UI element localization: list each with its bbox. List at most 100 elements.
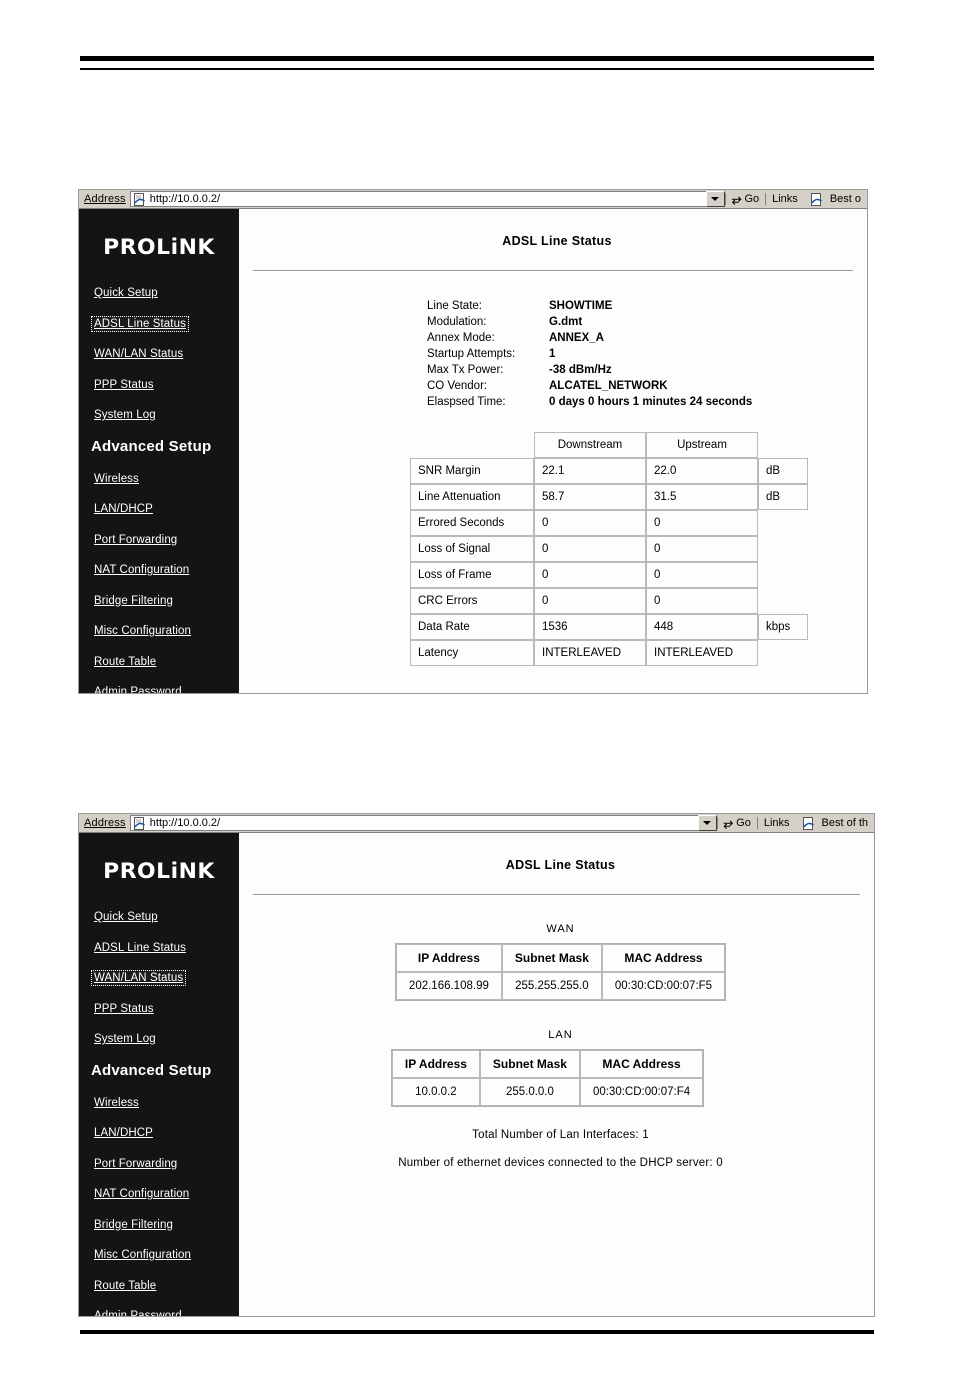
lan-header-ip-address: IP Address — [391, 1050, 480, 1078]
sidebar-item-adsl-line-status[interactable]: ADSL Line Status — [91, 940, 189, 956]
table-row: 10.0.0.2 255.0.0.0 00:30:CD:00:07:F4 — [391, 1078, 704, 1106]
go-button[interactable]: ⥂ Go — [726, 190, 765, 208]
best-of-link[interactable]: Best o — [804, 190, 867, 208]
address-input-2[interactable]: http://10.0.0.2/ — [129, 815, 698, 831]
row-unit-empty — [758, 510, 808, 536]
ie-favorite-icon — [810, 192, 823, 206]
sidebar-item-port-forwarding[interactable]: Port Forwarding — [91, 1156, 180, 1172]
row-unit-empty — [758, 640, 808, 666]
sidebar-item-admin-password[interactable]: Admin Password — [91, 684, 185, 693]
sidebar-item-misc-configuration[interactable]: Misc Configuration — [91, 623, 194, 639]
lan-table: IP Address Subnet Mask MAC Address 10.0.… — [390, 1049, 705, 1107]
sidebar: PROLiNK Quick Setup ADSL Line Status WAN… — [79, 209, 247, 693]
lan-value-ip-address: 10.0.0.2 — [391, 1078, 480, 1106]
page-top-rule-thick — [80, 56, 874, 61]
summary-key: Annex Mode: — [427, 332, 495, 344]
table-row: Data Rate 1536 448 kbps — [410, 614, 808, 640]
browser-address-bar-2: Address http://10.0.0.2/ ⥂ Go Links Best… — [79, 814, 874, 833]
row-upstream: 0 — [646, 562, 758, 588]
row-label: Latency — [410, 640, 534, 666]
sidebar-item-adsl-line-status[interactable]: ADSL Line Status — [91, 315, 189, 332]
sidebar-item-ppp-status[interactable]: PPP Status — [91, 377, 157, 393]
sidebar-item-ppp-status[interactable]: PPP Status — [91, 1001, 157, 1017]
sidebar-item-system-log[interactable]: System Log — [91, 407, 159, 423]
row-upstream: 22.0 — [646, 458, 758, 484]
prolink-logo: PROLiNK — [103, 235, 215, 259]
row-downstream: 58.7 — [534, 484, 646, 510]
summary-value: 1 — [549, 348, 556, 360]
address-url-text: http://10.0.0.2/ — [149, 193, 221, 205]
sidebar-item-wireless[interactable]: Wireless — [91, 471, 142, 487]
wan-header-ip-address: IP Address — [395, 944, 502, 972]
go-button-2[interactable]: ⥂ Go — [718, 814, 757, 832]
row-upstream: 0 — [646, 510, 758, 536]
wan-value-subnet-mask: 255.255.255.0 — [501, 972, 602, 1000]
screenshot-wan-lan-status: Address http://10.0.0.2/ ⥂ Go Links Best… — [78, 813, 875, 1317]
row-downstream: INTERLEAVED — [534, 640, 646, 666]
sidebar-item-lan-dhcp[interactable]: LAN/DHCP — [91, 1125, 156, 1141]
sidebar-item-lan-dhcp[interactable]: LAN/DHCP — [91, 501, 156, 517]
prolink-logo: PROLiNK — [103, 859, 215, 883]
screenshot-adsl-line-status: Address http://10.0.0.2/ ⥂ Go Links Best… — [78, 189, 868, 694]
main-content-2: ADSL Line Status WAN IP Address Subnet M… — [239, 833, 874, 1316]
row-downstream: 0 — [534, 562, 646, 588]
sidebar-item-port-forwarding[interactable]: Port Forwarding — [91, 532, 180, 548]
row-downstream: 0 — [534, 510, 646, 536]
title-divider-2 — [253, 894, 860, 895]
summary-key: Elaspsed Time: — [427, 396, 506, 408]
row-label: SNR Margin — [410, 458, 534, 484]
table-row: Latency INTERLEAVED INTERLEAVED — [410, 640, 808, 666]
links-button[interactable]: Links — [766, 190, 804, 208]
summary-row-max-tx-power: Max Tx Power: -38 dBm/Hz — [427, 362, 867, 378]
sidebar-item-nat-configuration[interactable]: NAT Configuration — [91, 562, 192, 578]
title-divider — [253, 270, 853, 271]
row-upstream: 0 — [646, 588, 758, 614]
summary-row-startup-attempts: Startup Attempts: 1 — [427, 346, 867, 362]
row-upstream: 0 — [646, 536, 758, 562]
address-label: Address — [79, 190, 130, 208]
main-content: ADSL Line Status Line State: SHOWTIME Mo… — [239, 209, 867, 693]
address-dropdown-button[interactable] — [705, 191, 725, 207]
sidebar-item-wireless[interactable]: Wireless — [91, 1095, 142, 1111]
summary-key: Max Tx Power: — [427, 364, 504, 376]
summary-key: Line State: — [427, 300, 482, 312]
page-top-rule-thin — [80, 68, 874, 70]
wan-section-label: WAN — [546, 923, 575, 935]
sidebar-item-route-table[interactable]: Route Table — [91, 1278, 159, 1294]
sidebar-item-wan-lan-status[interactable]: WAN/LAN Status — [91, 970, 187, 986]
summary-row-co-vendor: CO Vendor: ALCATEL_NETWORK — [427, 378, 867, 394]
sidebar-item-route-table[interactable]: Route Table — [91, 654, 159, 670]
go-arrow-icon: ⥂ — [723, 815, 734, 830]
best-of-label-2: Best of th — [821, 817, 868, 829]
lan-header-subnet-mask: Subnet Mask — [479, 1050, 580, 1078]
links-button-2[interactable]: Links — [758, 814, 796, 832]
row-downstream: 0 — [534, 536, 646, 562]
sidebar-item-system-log[interactable]: System Log — [91, 1031, 159, 1047]
summary-row-modulation: Modulation: G.dmt — [427, 314, 867, 330]
note-dhcp-devices: Number of ethernet devices connected to … — [398, 1157, 723, 1169]
sidebar-item-quick-setup[interactable]: Quick Setup — [91, 909, 161, 925]
summary-row-elapsed-time: Elaspsed Time: 0 days 0 hours 1 minutes … — [427, 394, 867, 410]
sidebar-item-quick-setup[interactable]: Quick Setup — [91, 285, 161, 301]
best-of-link-2[interactable]: Best of th — [796, 814, 874, 832]
adsl-stats-table: Downstream Upstream SNR Margin 22.1 22.0… — [410, 432, 808, 666]
address-input[interactable]: http://10.0.0.2/ — [129, 191, 706, 207]
sidebar-menu: Quick Setup ADSL Line Status WAN/LAN Sta… — [79, 285, 239, 693]
sidebar-item-misc-configuration[interactable]: Misc Configuration — [91, 1247, 194, 1263]
lan-table-wrap: IP Address Subnet Mask MAC Address 10.0.… — [247, 1049, 874, 1107]
wan-value-ip-address: 202.166.108.99 — [395, 972, 502, 1000]
sidebar-item-bridge-filtering[interactable]: Bridge Filtering — [91, 1217, 176, 1233]
address-label-text-2: Address — [84, 817, 126, 829]
best-of-label: Best o — [829, 193, 861, 205]
column-header-upstream: Upstream — [646, 432, 758, 458]
ie-page-icon — [133, 192, 146, 206]
row-upstream: 31.5 — [646, 484, 758, 510]
sidebar-item-admin-password[interactable]: Admin Password — [91, 1308, 185, 1316]
table-header-row: IP Address Subnet Mask MAC Address — [395, 944, 726, 972]
address-dropdown-button-2[interactable] — [697, 815, 717, 831]
summary-row-annex-mode: Annex Mode: ANNEX_A — [427, 330, 867, 346]
sidebar-item-bridge-filtering[interactable]: Bridge Filtering — [91, 593, 176, 609]
row-unit: dB — [758, 458, 808, 484]
sidebar-item-nat-configuration[interactable]: NAT Configuration — [91, 1186, 192, 1202]
sidebar-item-wan-lan-status[interactable]: WAN/LAN Status — [91, 346, 186, 362]
